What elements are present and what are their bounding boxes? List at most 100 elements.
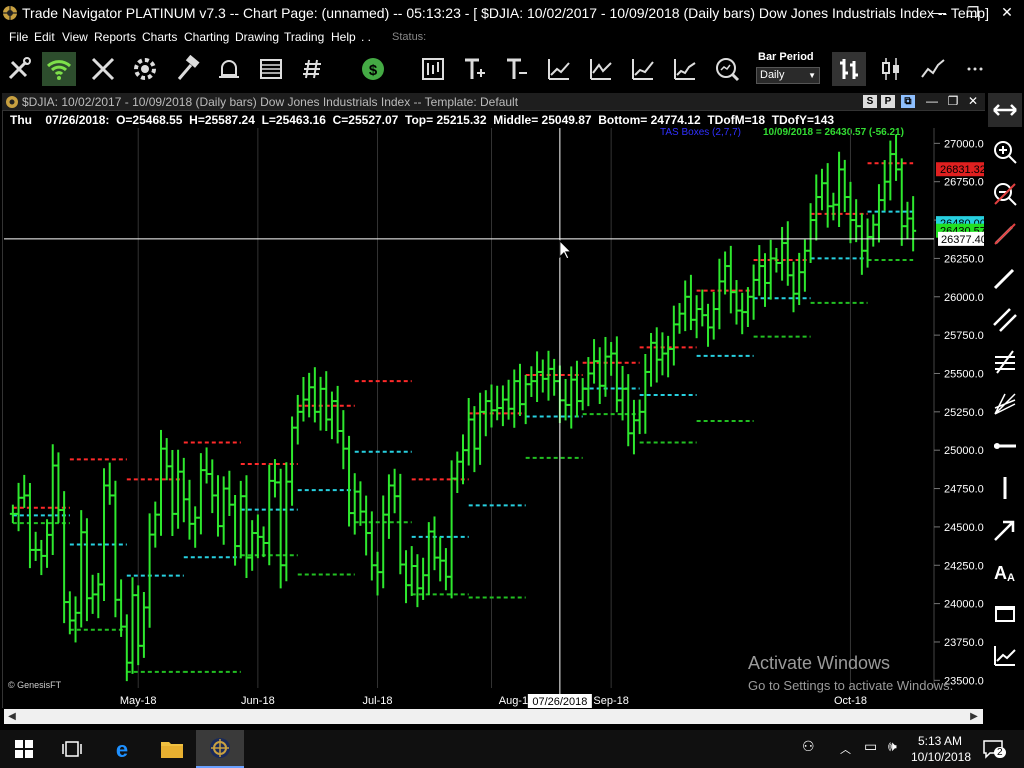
- zoom-out-tool[interactable]: [988, 177, 1022, 211]
- pencil-tool[interactable]: [988, 261, 1022, 295]
- add-text-button[interactable]: [458, 52, 492, 86]
- volume-icon[interactable]: 🕪: [888, 738, 897, 755]
- fib-tool[interactable]: [988, 345, 1022, 379]
- activate-windows-subtitle: Go to Settings to activate Windows.: [748, 678, 954, 693]
- settings-button[interactable]: [128, 52, 162, 86]
- minimize-button[interactable]: —: [922, 0, 956, 26]
- chart-p-button[interactable]: P: [881, 95, 895, 108]
- edge-button[interactable]: e: [98, 730, 146, 768]
- ohlc-bar: [516, 363, 523, 416]
- chart-book-button[interactable]: [416, 52, 450, 86]
- clock-time[interactable]: 5:13 AM: [912, 734, 968, 748]
- menu-help[interactable]: Help: [331, 30, 356, 44]
- chart-eye-button[interactable]: [710, 52, 744, 86]
- task-view-button[interactable]: [48, 730, 96, 768]
- ohlc-bar: [26, 483, 33, 569]
- menu-edit[interactable]: Edit: [34, 30, 55, 44]
- y-tick-label: 26250.00: [944, 253, 984, 265]
- chevron-up-icon[interactable]: ︿: [840, 741, 851, 757]
- price-chart[interactable]: 23500.0023750.0024000.0024250.0024500.00…: [4, 128, 984, 708]
- list-button[interactable]: [296, 52, 330, 86]
- menu-drawing[interactable]: Drawing: [235, 30, 279, 44]
- draw-tool[interactable]: [988, 217, 1022, 251]
- remove-text-button[interactable]: [500, 52, 534, 86]
- ohlc-bar: [705, 303, 712, 347]
- vertical-line-tool[interactable]: [988, 471, 1022, 505]
- line-style-icon: [921, 59, 945, 78]
- line-style-button[interactable]: [916, 52, 950, 86]
- chart-up-1-button[interactable]: [542, 52, 576, 86]
- connection-button[interactable]: [42, 52, 76, 86]
- chevron-right-icon: ▶: [970, 711, 978, 722]
- scroll-left-button[interactable]: ◀: [4, 709, 20, 724]
- menu-reports[interactable]: Reports: [94, 30, 136, 44]
- ohlc-bar: [323, 371, 330, 432]
- more-button[interactable]: [958, 52, 992, 86]
- chart-window-title: $DJIA: 10/02/2017 - 10/09/2018 (Daily ba…: [22, 95, 519, 109]
- ohlc-bar: [186, 479, 193, 540]
- chart-popout-button[interactable]: ⧉: [901, 95, 915, 108]
- rectangle-tool[interactable]: [988, 597, 1022, 631]
- pencil-icon: [993, 268, 1015, 290]
- trading-button[interactable]: $: [356, 52, 390, 86]
- people-icon[interactable]: ⚇: [802, 738, 815, 755]
- ohlc-bar: [682, 280, 689, 332]
- chart-restore-button[interactable]: ❐: [943, 93, 963, 110]
- close-button[interactable]: ✕: [990, 0, 1024, 26]
- bar-style-button[interactable]: [832, 52, 866, 86]
- chart-up-3-button[interactable]: [626, 52, 660, 86]
- menu-file[interactable]: File: [9, 30, 28, 44]
- menu-view[interactable]: View: [62, 30, 88, 44]
- candle-style-button[interactable]: [874, 52, 908, 86]
- alert-button[interactable]: [212, 52, 246, 86]
- chart-up-4-button[interactable]: [668, 52, 702, 86]
- y-tick-label: 24000.00: [944, 599, 984, 611]
- file-explorer-button[interactable]: [148, 730, 196, 768]
- clock-date[interactable]: 10/10/2018: [906, 750, 976, 764]
- ohlc-bar: [357, 481, 364, 526]
- ohlc-bar: [591, 339, 598, 384]
- ohlc-bottom: Bottom= 24774.12: [598, 113, 701, 127]
- menu-charting[interactable]: Charting: [184, 30, 229, 44]
- menu-charts[interactable]: Charts: [142, 30, 177, 44]
- ohlc-bar: [95, 572, 102, 619]
- restore-button[interactable]: ❐: [956, 0, 990, 26]
- gann-tool[interactable]: [988, 387, 1022, 421]
- arrow-tool[interactable]: [988, 513, 1022, 547]
- parallel-lines-tool[interactable]: [988, 303, 1022, 337]
- ohlc-bar: [853, 199, 860, 243]
- ohlc-bar: [197, 453, 204, 535]
- ohlc-bar: [625, 374, 632, 447]
- ohlc-bar: [175, 449, 182, 529]
- tools-button[interactable]: [86, 52, 120, 86]
- network-icon[interactable]: ▭: [864, 738, 877, 755]
- scroll-right-button[interactable]: ▶: [966, 709, 982, 724]
- svg-text:A: A: [994, 563, 1007, 583]
- chart-insert-tool[interactable]: [988, 639, 1022, 673]
- notification-button[interactable]: 2: [982, 739, 1006, 759]
- chart-s-button[interactable]: S: [863, 95, 877, 108]
- chart-close-button[interactable]: ✕: [963, 93, 983, 110]
- ohlc-bar: [636, 399, 643, 435]
- horizontal-line-tool[interactable]: [988, 429, 1022, 463]
- hammer-button[interactable]: [170, 52, 204, 86]
- chart-minimize-button[interactable]: —: [922, 93, 942, 110]
- text-icon: AA: [994, 563, 1015, 584]
- menu-trading[interactable]: Trading: [284, 30, 324, 44]
- ohlc-bar: [460, 434, 466, 485]
- horizontal-scrollbar[interactable]: [4, 709, 983, 724]
- menu-more[interactable]: . .: [361, 30, 371, 44]
- start-button[interactable]: [0, 730, 48, 768]
- pan-tool[interactable]: [988, 93, 1022, 127]
- wrench-pencil-button[interactable]: [2, 52, 36, 86]
- ohlc-readout: Thu 07/26/2018: O=25468.55 H=25587.24 L=…: [10, 113, 834, 127]
- bar-period-select[interactable]: Daily ▼: [756, 67, 820, 84]
- ohlc-bar: [630, 399, 637, 455]
- chart-up-2-button[interactable]: [584, 52, 618, 86]
- ohlc-bar: [465, 398, 472, 466]
- zoom-in-tool[interactable]: [988, 135, 1022, 169]
- table-button[interactable]: [254, 52, 288, 86]
- trade-navigator-taskbar-button[interactable]: [196, 730, 244, 768]
- ohlc-bar: [380, 495, 387, 589]
- text-tool[interactable]: AA: [988, 555, 1022, 589]
